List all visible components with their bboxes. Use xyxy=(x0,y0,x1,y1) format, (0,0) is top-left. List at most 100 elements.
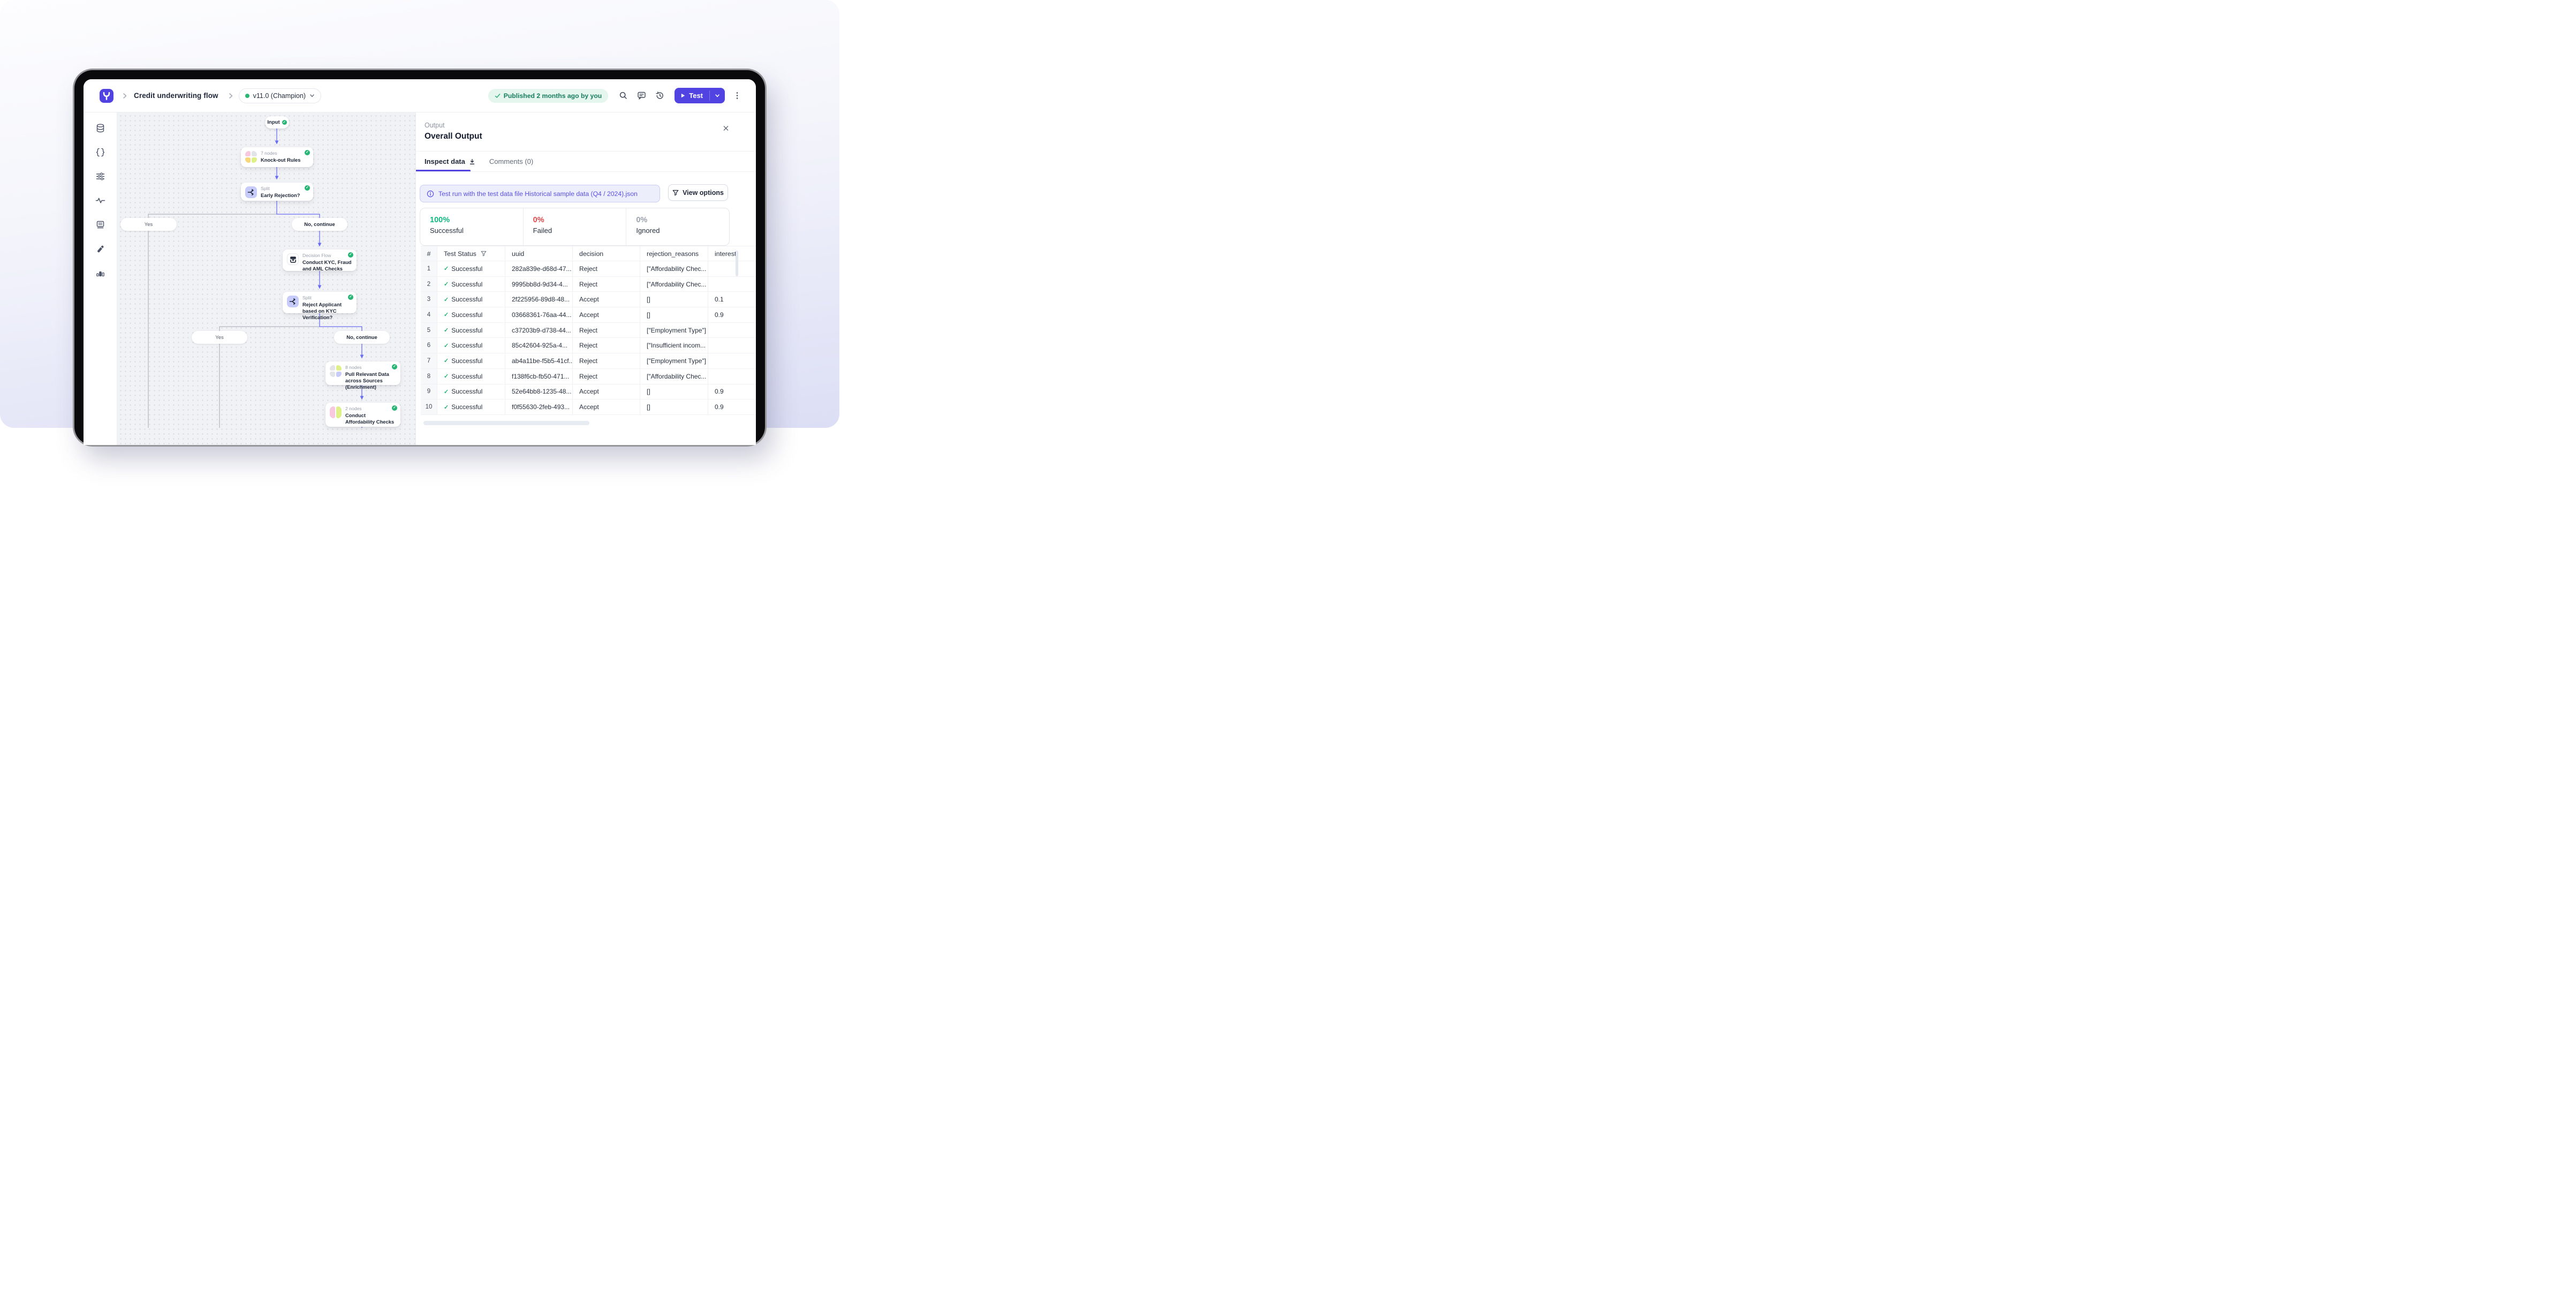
node-group-icon xyxy=(330,365,342,377)
comments-button[interactable] xyxy=(635,89,648,102)
panel-title: Overall Output xyxy=(425,132,482,141)
branch-pill-no-continue[interactable]: No, continue xyxy=(292,218,347,231)
view-options-button[interactable]: View options xyxy=(668,184,728,201)
output-panel: Output Overall Output Inspect data Comme… xyxy=(415,112,756,445)
success-check-icon: ✓ xyxy=(444,296,449,303)
stat-label: Failed xyxy=(533,227,626,235)
node-meta: 2 nodes xyxy=(345,406,396,412)
info-icon xyxy=(427,190,434,198)
node-pull-relevant-data[interactable]: 8 nodes Pull Relevant Data across Source… xyxy=(325,361,400,385)
interest-cell xyxy=(708,338,756,353)
row-index-cell: 4 xyxy=(421,307,437,322)
row-index-cell: 8 xyxy=(421,369,437,384)
node-group-icon xyxy=(330,406,342,418)
decision-flow-icon xyxy=(287,253,299,265)
branch-pill-yes[interactable]: Yes xyxy=(192,331,247,344)
sidebar-test-tube-icon[interactable] xyxy=(93,242,107,255)
node-title: Conduct KYC, Fraud and AML Checks xyxy=(302,259,352,272)
sidebar-sliders-icon[interactable] xyxy=(93,169,107,183)
node-reject-applicant-kyc[interactable]: Split Reject Applicant based on KYC Veri… xyxy=(283,292,357,313)
branch-pill-yes[interactable]: Yes xyxy=(120,218,177,231)
version-selector[interactable]: v11.0 (Champion) xyxy=(239,88,321,103)
input-node-label: Input xyxy=(267,119,279,125)
table-row[interactable]: 1 ✓ Successful 282a839e-d68d-47... Rejec… xyxy=(421,261,756,277)
table-row[interactable]: 4 ✓ Successful 03668361-76aa-44... Accep… xyxy=(421,307,756,323)
table-row[interactable]: 9 ✓ Successful 52e64bb8-1235-48... Accep… xyxy=(421,384,756,400)
interest-cell: 0.9 xyxy=(708,399,756,414)
table-row[interactable]: 2 ✓ Successful 9995bb8d-9d34-4... Reject… xyxy=(421,277,756,292)
chevron-down-icon xyxy=(309,94,315,98)
node-title: Conduct Affordability Checks xyxy=(345,412,396,425)
sidebar-bar-chart-icon[interactable] xyxy=(93,266,107,280)
table-row[interactable]: 6 ✓ Successful 85c42604-925a-4... Reject… xyxy=(421,338,756,353)
test-dropdown-toggle[interactable] xyxy=(710,88,725,103)
rejection-reasons-cell: ["Insufficient incom... xyxy=(640,338,708,353)
interest-cell: 0.1 xyxy=(708,292,756,307)
success-check-icon: ✓ xyxy=(444,327,449,334)
split-icon xyxy=(245,186,257,198)
node-conduct-affordability[interactable]: 2 nodes Conduct Affordability Checks ✓ xyxy=(325,403,400,427)
input-node[interactable]: Input ✓ xyxy=(265,116,289,129)
published-status-badge: Published 2 months ago by you xyxy=(488,89,609,103)
panel-overline: Output xyxy=(425,122,445,129)
breadcrumb-flow-name[interactable]: Credit underwriting flow xyxy=(134,92,218,100)
uuid-cell: 85c42604-925a-4... xyxy=(505,338,573,353)
tab-inspect-data[interactable]: Inspect data xyxy=(425,157,475,165)
history-button[interactable] xyxy=(653,89,666,102)
more-options-button[interactable] xyxy=(732,89,742,102)
column-header-interest[interactable]: interest xyxy=(708,246,756,261)
row-index-cell: 6 xyxy=(421,338,437,353)
test-run-action[interactable]: Test xyxy=(675,88,709,103)
node-kyc-checks[interactable]: Decision Flow Conduct KYC, Fraud and AML… xyxy=(283,250,357,271)
interest-cell: 0.9 xyxy=(708,384,756,399)
node-knock-out-rules[interactable]: 7 nodes Knock-out Rules ✓ xyxy=(241,147,313,167)
column-header-test-status[interactable]: Test Status xyxy=(437,246,505,261)
node-meta: 8 nodes xyxy=(345,365,396,371)
node-early-rejection[interactable]: Split Early Rejection? ✓ xyxy=(241,183,313,201)
status-text: Successful xyxy=(451,342,482,349)
table-row[interactable]: 5 ✓ Successful c37203b9-d738-44... Rejec… xyxy=(421,323,756,338)
test-status-cell: ✓ Successful xyxy=(437,384,505,399)
uuid-cell: 282a839e-d68d-47... xyxy=(505,261,573,276)
vertical-scrollbar-thumb[interactable] xyxy=(736,251,738,276)
table-row[interactable]: 10 ✓ Successful f0f55630-2feb-493... Acc… xyxy=(421,399,756,415)
sidebar-braces-icon[interactable] xyxy=(93,145,107,159)
stat-label: Ignored xyxy=(636,227,729,235)
flow-canvas[interactable]: Input ✓ 7 nodes Knock-out Rules ✓ xyxy=(117,112,415,445)
breadcrumb-chevron-icon xyxy=(228,93,233,99)
horizontal-scrollbar-thumb[interactable] xyxy=(423,421,589,425)
table-row[interactable]: 8 ✓ Successful f138f6cb-fb50-471... Reje… xyxy=(421,369,756,384)
column-header-decision[interactable]: decision xyxy=(573,246,640,261)
test-split-button[interactable]: Test xyxy=(675,88,725,103)
tab-comments[interactable]: Comments (0) xyxy=(489,157,533,165)
sidebar-database-icon[interactable] xyxy=(93,121,107,135)
test-status-cell: ✓ Successful xyxy=(437,353,505,368)
branch-pill-no-continue[interactable]: No, continue xyxy=(334,331,390,344)
node-meta: Decision Flow xyxy=(302,253,352,259)
test-status-cell: ✓ Successful xyxy=(437,277,505,292)
sidebar-activity-icon[interactable] xyxy=(93,193,107,207)
close-panel-button[interactable] xyxy=(720,122,732,134)
table-row[interactable]: 7 ✓ Successful ab4a11be-f5b5-41cf... Rej… xyxy=(421,353,756,369)
table-row[interactable]: 3 ✓ Successful 2f225956-89d8-48... Accep… xyxy=(421,292,756,307)
column-header-uuid[interactable]: uuid xyxy=(505,246,573,261)
decision-cell: Reject xyxy=(573,277,640,292)
branch-label: No, continue xyxy=(304,222,335,228)
search-button[interactable] xyxy=(617,89,630,102)
node-meta: Split xyxy=(261,186,300,192)
column-header-rejection-reasons[interactable]: rejection_reasons xyxy=(640,246,708,261)
version-label: v11.0 (Champion) xyxy=(253,92,306,100)
node-group-icon xyxy=(245,151,257,163)
test-status-cell: ✓ Successful xyxy=(437,338,505,353)
row-index-cell: 9 xyxy=(421,384,437,399)
column-header-index[interactable]: # xyxy=(421,246,437,261)
status-text: Successful xyxy=(451,327,482,334)
test-status-cell: ✓ Successful xyxy=(437,261,505,276)
rejection-reasons-cell: ["Employment Type"] xyxy=(640,353,708,368)
uuid-cell: 52e64bb8-1235-48... xyxy=(505,384,573,399)
taktile-logo-icon[interactable] xyxy=(100,89,113,103)
sidebar-notebook-icon[interactable] xyxy=(93,217,107,231)
decision-cell: Reject xyxy=(573,369,640,384)
node-success-badge-icon: ✓ xyxy=(392,405,397,411)
node-title: Early Rejection? xyxy=(261,192,300,199)
